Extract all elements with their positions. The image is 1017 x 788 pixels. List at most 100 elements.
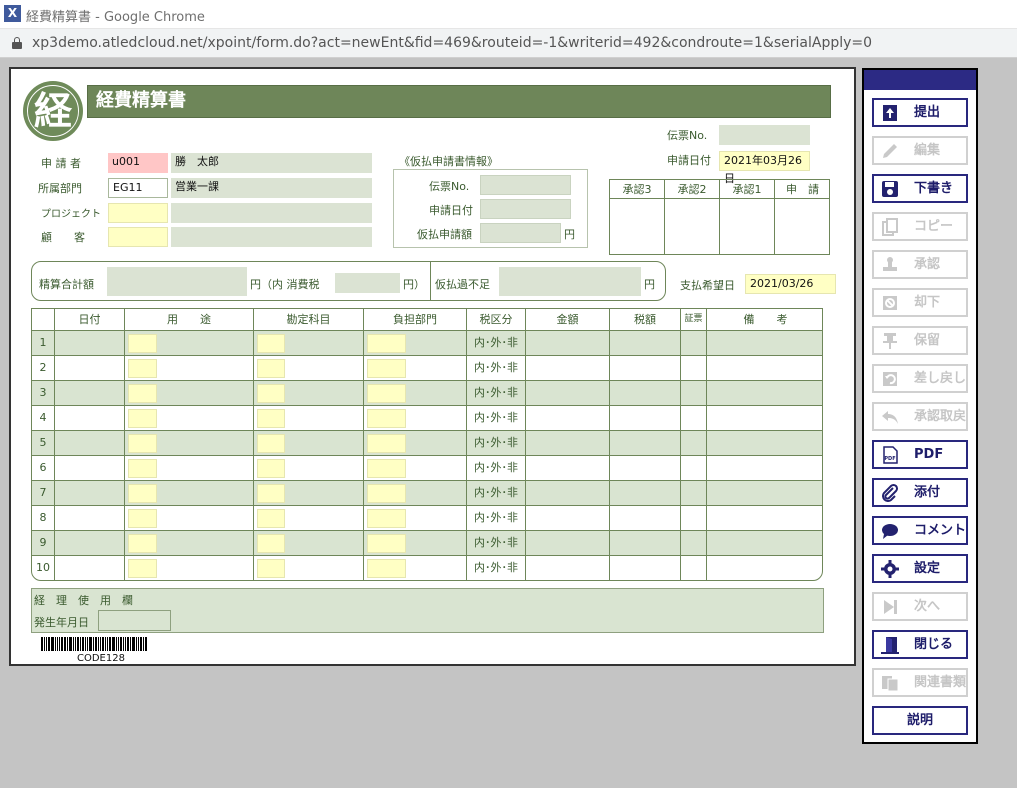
table-row: 3 内･外･非 [32, 380, 822, 405]
tax-type-cell: 内･外･非 [467, 381, 526, 405]
grid-input[interactable] [128, 534, 157, 553]
total-label: 精算合計額 [39, 278, 94, 291]
grid-input[interactable] [367, 484, 406, 503]
grid-cell [610, 481, 681, 505]
grid-input[interactable] [128, 509, 157, 528]
grid-input[interactable] [367, 409, 406, 428]
row-number: 2 [32, 356, 55, 380]
grid-input[interactable] [257, 484, 285, 503]
grid-input[interactable] [128, 459, 157, 478]
paperclip-button[interactable]: 添付 [872, 478, 968, 507]
grid-header-amount: 金額 [526, 309, 610, 330]
grid-cell [610, 356, 681, 380]
project-code-field[interactable] [108, 203, 168, 223]
yen-close-label: 円） [403, 278, 425, 291]
barcode-bar [112, 637, 115, 651]
gear-button[interactable]: 設定 [872, 554, 968, 583]
tax-field [335, 273, 400, 293]
copy-icon [880, 217, 900, 237]
project-label: プロジェクト [41, 209, 101, 220]
button-label: 次へ [914, 599, 941, 614]
kari-slip-no-field [480, 175, 571, 195]
slip-no-label: 伝票No. [667, 129, 708, 142]
row-number: 9 [32, 531, 55, 555]
grid-cell [681, 381, 707, 405]
grid-input[interactable] [257, 334, 285, 353]
grid-input[interactable] [367, 509, 406, 528]
upload-button[interactable]: 提出 [872, 98, 968, 127]
grid-input[interactable] [257, 409, 285, 428]
grid-input[interactable] [257, 459, 285, 478]
grid-input[interactable] [128, 409, 157, 428]
grid-cell [610, 556, 681, 580]
action-sidebar: 提出編集下書きコピー承認却下保留差し戻し承認取戻 PDF PDF 添付コメント設定次へ… [862, 68, 978, 744]
slip-no-field [719, 125, 810, 145]
grid-cell [707, 456, 822, 480]
apply-date-field[interactable]: 2021年03月26日 [719, 151, 810, 185]
pencil-button[interactable]: 編集 [872, 136, 968, 165]
barcode-bar [57, 637, 58, 651]
grid-cell [681, 331, 707, 355]
kari-apply-date-label: 申請日付 [429, 204, 473, 217]
grid-input[interactable] [367, 459, 406, 478]
applicant-code-field[interactable]: u001 [108, 153, 168, 173]
barcode-bar [95, 637, 97, 651]
reject-button[interactable]: 却下 [872, 288, 968, 317]
help-button[interactable]: 説明 [872, 706, 968, 735]
pin-button[interactable]: 保留 [872, 326, 968, 355]
kari-amount-field [480, 223, 561, 243]
grid-input[interactable] [128, 334, 157, 353]
lock-icon[interactable] [12, 37, 22, 49]
grid-input[interactable] [367, 559, 406, 578]
exit-door-button[interactable]: 閉じる [872, 630, 968, 659]
grid-cell [55, 406, 125, 430]
button-label: 保留 [914, 333, 941, 348]
stamp-button[interactable]: 承認 [872, 250, 968, 279]
grid-input[interactable] [257, 534, 285, 553]
url-text[interactable]: xp3demo.atledcloud.net/xpoint/form.do?ac… [32, 35, 872, 51]
related-docs-button[interactable]: 関連書類 [872, 668, 968, 697]
grid-input[interactable] [257, 384, 285, 403]
comment-icon [880, 521, 900, 541]
department-name-field: 営業一課 [171, 178, 372, 198]
grid-cell [526, 381, 610, 405]
grid-cell [681, 531, 707, 555]
pay-date-field[interactable]: 2021/03/26 [745, 274, 836, 294]
grid-input[interactable] [128, 559, 157, 578]
paperclip-icon [880, 483, 900, 503]
customer-code-field[interactable] [108, 227, 168, 247]
copy-button[interactable]: コピー [872, 212, 968, 241]
grid-input[interactable] [367, 534, 406, 553]
grid-input[interactable] [257, 559, 285, 578]
window-titlebar: X 経費精算書 - Google Chrome [0, 0, 1017, 29]
grid-input[interactable] [257, 359, 285, 378]
grid-input[interactable] [367, 384, 406, 403]
grid-cell [55, 331, 125, 355]
grid-input[interactable] [367, 434, 406, 453]
next-icon [880, 597, 900, 617]
grid-input[interactable] [128, 484, 157, 503]
grid-cell [55, 506, 125, 530]
grid-input[interactable] [128, 384, 157, 403]
comment-button[interactable]: コメント [872, 516, 968, 545]
save-button[interactable]: 下書き [872, 174, 968, 203]
grid-input[interactable] [367, 334, 406, 353]
customer-label: 顧 客 [41, 231, 85, 244]
grid-header-dept: 負担部門 [364, 309, 467, 330]
address-bar[interactable]: xp3demo.atledcloud.net/xpoint/form.do?ac… [0, 29, 1017, 58]
approval-table: 承認3 承認2 承認1 申 請 [609, 179, 830, 255]
pdf-button[interactable]: PDF PDF [872, 440, 968, 469]
return-button[interactable]: 差し戻し [872, 364, 968, 393]
barcode-bar [123, 637, 124, 651]
department-code-field[interactable]: EG11 [108, 178, 168, 198]
next-button[interactable]: 次へ [872, 592, 968, 621]
grid-input[interactable] [128, 359, 157, 378]
over-short-yen-label: 円 [644, 278, 655, 291]
button-label: 説明 [906, 713, 933, 728]
grid-input[interactable] [257, 509, 285, 528]
department-label: 所属部門 [38, 182, 82, 195]
undo-button[interactable]: 承認取戻 [872, 402, 968, 431]
grid-input[interactable] [128, 434, 157, 453]
grid-input[interactable] [257, 434, 285, 453]
grid-input[interactable] [367, 359, 406, 378]
